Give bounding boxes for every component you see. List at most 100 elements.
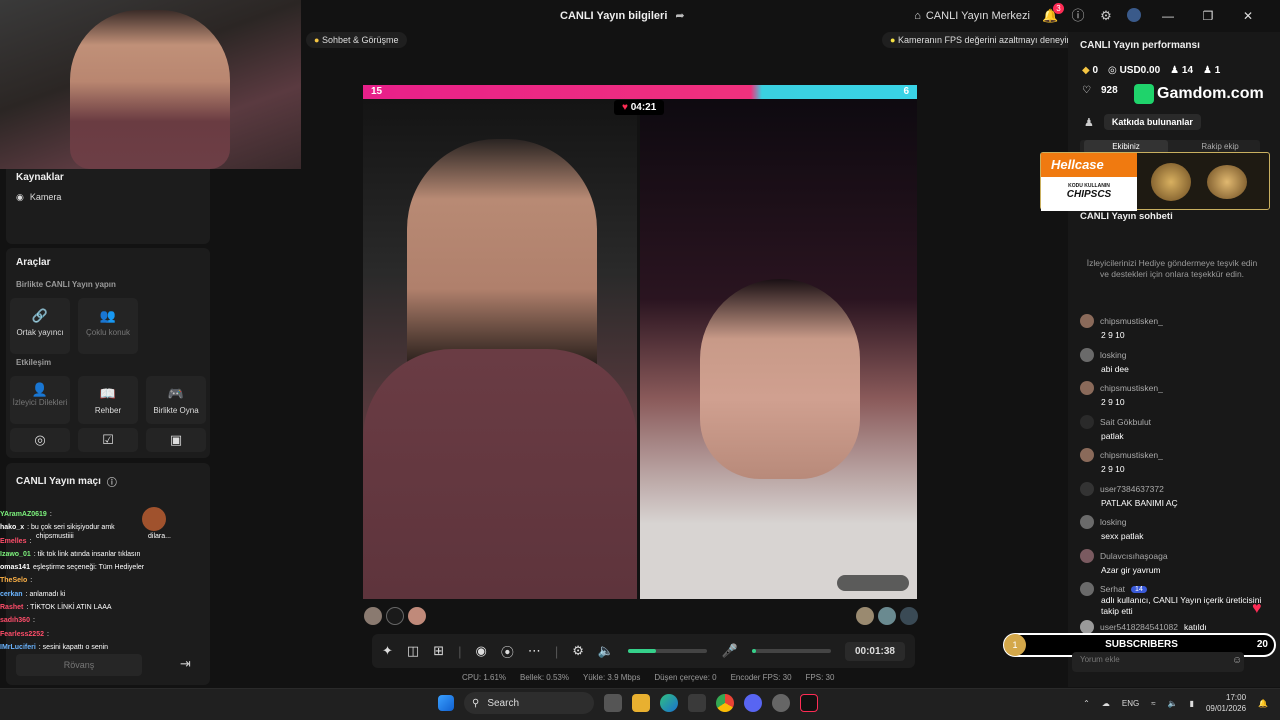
speaker-icon[interactable]: 🔈	[598, 643, 614, 659]
home-icon: ⌂	[914, 10, 921, 22]
volume-icon[interactable]: 🔈	[1168, 699, 1178, 708]
guest-team-avatars[interactable]	[856, 607, 918, 625]
chat-username[interactable]: chipsmustisken_	[1100, 383, 1163, 393]
more-icon[interactable]: ⋯	[528, 643, 541, 659]
fps-stat: FPS: 30	[805, 673, 835, 682]
viewer-wishes-button[interactable]: 👤 İzleyici Dilekleri	[10, 376, 70, 424]
focus-icon[interactable]: ⦿	[501, 642, 514, 661]
host-team-avatars[interactable]	[364, 607, 426, 625]
chat-username[interactable]: user7384637372	[1100, 484, 1164, 494]
magic-wand-icon[interactable]: ✦	[382, 643, 393, 659]
chrome-icon[interactable]	[716, 694, 734, 712]
store-icon[interactable]	[688, 694, 706, 712]
live-center-button[interactable]: ⌂ CANLI Yayın Merkezi	[914, 10, 1030, 22]
onedrive-icon[interactable]: ☁	[1102, 699, 1110, 708]
edge-icon[interactable]	[660, 694, 678, 712]
comment-input[interactable]: Yorum ekle	[1072, 652, 1244, 672]
chat-username[interactable]: Serhat	[1100, 584, 1125, 594]
gear-icon[interactable]: ⚙	[1098, 8, 1114, 24]
language-indicator[interactable]: ENG	[1122, 699, 1139, 708]
avatar[interactable]	[1080, 582, 1094, 596]
guide-button[interactable]: 📖 Rehber	[78, 376, 138, 424]
chat-username[interactable]: losking	[1100, 350, 1126, 360]
minimize-icon[interactable]: —	[1154, 9, 1182, 23]
avatar[interactable]	[1080, 482, 1094, 496]
avatar[interactable]	[878, 607, 896, 625]
taskbar-search[interactable]: ⚲ Search	[464, 692, 594, 714]
rematch-button[interactable]: Rövanş	[16, 654, 142, 676]
discord-icon[interactable]	[744, 694, 762, 712]
chat-username[interactable]: chipsmustisken_	[1100, 316, 1163, 326]
steam-icon[interactable]	[772, 694, 790, 712]
avatar[interactable]	[1080, 415, 1094, 429]
avatar[interactable]	[1126, 8, 1142, 24]
avatar[interactable]	[1080, 348, 1094, 362]
contributors-button[interactable]: Katkıda bulunanlar	[1103, 114, 1201, 130]
chat-message[interactable]: Serhat 14 adlı kullanıcı, CANLI Yayın içer…	[1080, 582, 1275, 617]
avatar[interactable]	[1080, 620, 1094, 634]
microphone-icon[interactable]: 🎤	[721, 643, 737, 659]
person-icon[interactable]: ♟	[1084, 116, 1094, 129]
avatar[interactable]	[386, 607, 404, 625]
chat-message[interactable]: user5418284541082 katıldı	[1080, 620, 1275, 634]
chat-message[interactable]: user7384637372 PATLAK BANIMI AÇ	[1080, 482, 1275, 508]
avatar[interactable]	[1080, 515, 1094, 529]
chat-username[interactable]: chipsmustisken_	[1100, 450, 1163, 460]
file-explorer-icon[interactable]	[632, 694, 650, 712]
interaction-subtitle: Etkileşim	[16, 358, 52, 367]
fps-tip-pill[interactable]: ● Kameranın FPS değerini azaltmayı deney…	[882, 32, 1080, 48]
chevron-up-icon[interactable]: ⌃	[1083, 699, 1090, 708]
camera-source[interactable]: ◉ Kamera	[16, 192, 61, 203]
chat-message[interactable]: Sait Gökbulut patlak	[1080, 415, 1275, 441]
info-icon[interactable]: ⓘ	[107, 474, 117, 489]
bell-icon[interactable]: 🔔 3	[1042, 3, 1064, 24]
maximize-icon[interactable]: ❐	[1194, 9, 1222, 23]
help-icon[interactable]: ⓘ	[1070, 8, 1086, 24]
chat-message[interactable]: losking abi dee	[1080, 348, 1275, 374]
sliders-icon[interactable]: ⚙	[572, 643, 584, 659]
layout-icon[interactable]: ◫	[407, 643, 419, 659]
avatar[interactable]	[900, 607, 918, 625]
chat-username[interactable]: Sait Gökbulut	[1100, 417, 1151, 427]
avatar[interactable]	[1080, 448, 1094, 462]
sub-goal: 20	[1256, 639, 1268, 650]
windows-start-icon[interactable]	[438, 695, 454, 711]
emoji-icon[interactable]: ☺	[1232, 655, 1242, 666]
exit-icon[interactable]: ⇥	[180, 656, 191, 672]
guest-gift-chip[interactable]	[837, 575, 909, 591]
chat-message[interactable]: Dulavcısıhaşoaga Azar gir yavrum	[1080, 549, 1275, 575]
avatar[interactable]	[408, 607, 426, 625]
chat-message[interactable]: losking sexx patlak	[1080, 515, 1275, 541]
battery-icon[interactable]: ▮	[1190, 699, 1194, 708]
chat-call-pill[interactable]: ● Sohbet & Görüşme	[306, 32, 407, 48]
clock[interactable]: 17:00 09/01/2026	[1206, 692, 1246, 714]
mic-slider[interactable]	[751, 649, 831, 653]
avatar[interactable]	[1080, 381, 1094, 395]
stream-info-title[interactable]: CANLI Yayın bilgileri ➦	[560, 9, 685, 23]
task-view-icon[interactable]	[604, 694, 622, 712]
avatar[interactable]	[364, 607, 382, 625]
tiktok-live-icon[interactable]	[800, 694, 818, 712]
avatar[interactable]	[856, 607, 874, 625]
tool-item-more-2[interactable]: ☑	[78, 428, 138, 452]
tool-item-more-3[interactable]: ▣	[146, 428, 206, 452]
share-icon[interactable]: ➦	[675, 9, 684, 22]
volume-slider[interactable]	[628, 649, 708, 653]
notification-center-icon[interactable]: 🔔	[1258, 699, 1268, 708]
add-scene-icon[interactable]: ⊞	[433, 643, 444, 659]
avatar[interactable]	[1080, 314, 1094, 328]
record-icon[interactable]: ◉	[476, 643, 487, 659]
chat-message[interactable]: chipsmustisken_ 2 9 10	[1080, 381, 1275, 407]
tool-item-more-1[interactable]: ◎	[10, 428, 70, 452]
cohost-button[interactable]: 🔗 Ortak yayıncı	[10, 298, 70, 354]
close-icon[interactable]: ✕	[1234, 9, 1262, 23]
chat-username[interactable]: user5418284541082	[1100, 622, 1178, 632]
multiguest-button[interactable]: 👥 Çoklu konuk	[78, 298, 138, 354]
play-together-button[interactable]: 🎮 Birlikte Oyna	[146, 376, 206, 424]
chat-username[interactable]: Dulavcısıhaşoaga	[1100, 551, 1168, 561]
avatar[interactable]	[1080, 549, 1094, 563]
wifi-icon[interactable]: ≈	[1151, 699, 1155, 708]
chat-message[interactable]: chipsmustisken_ 2 9 10	[1080, 448, 1275, 474]
chat-message[interactable]: chipsmustisken_ 2 9 10	[1080, 314, 1275, 340]
chat-username[interactable]: losking	[1100, 517, 1126, 527]
